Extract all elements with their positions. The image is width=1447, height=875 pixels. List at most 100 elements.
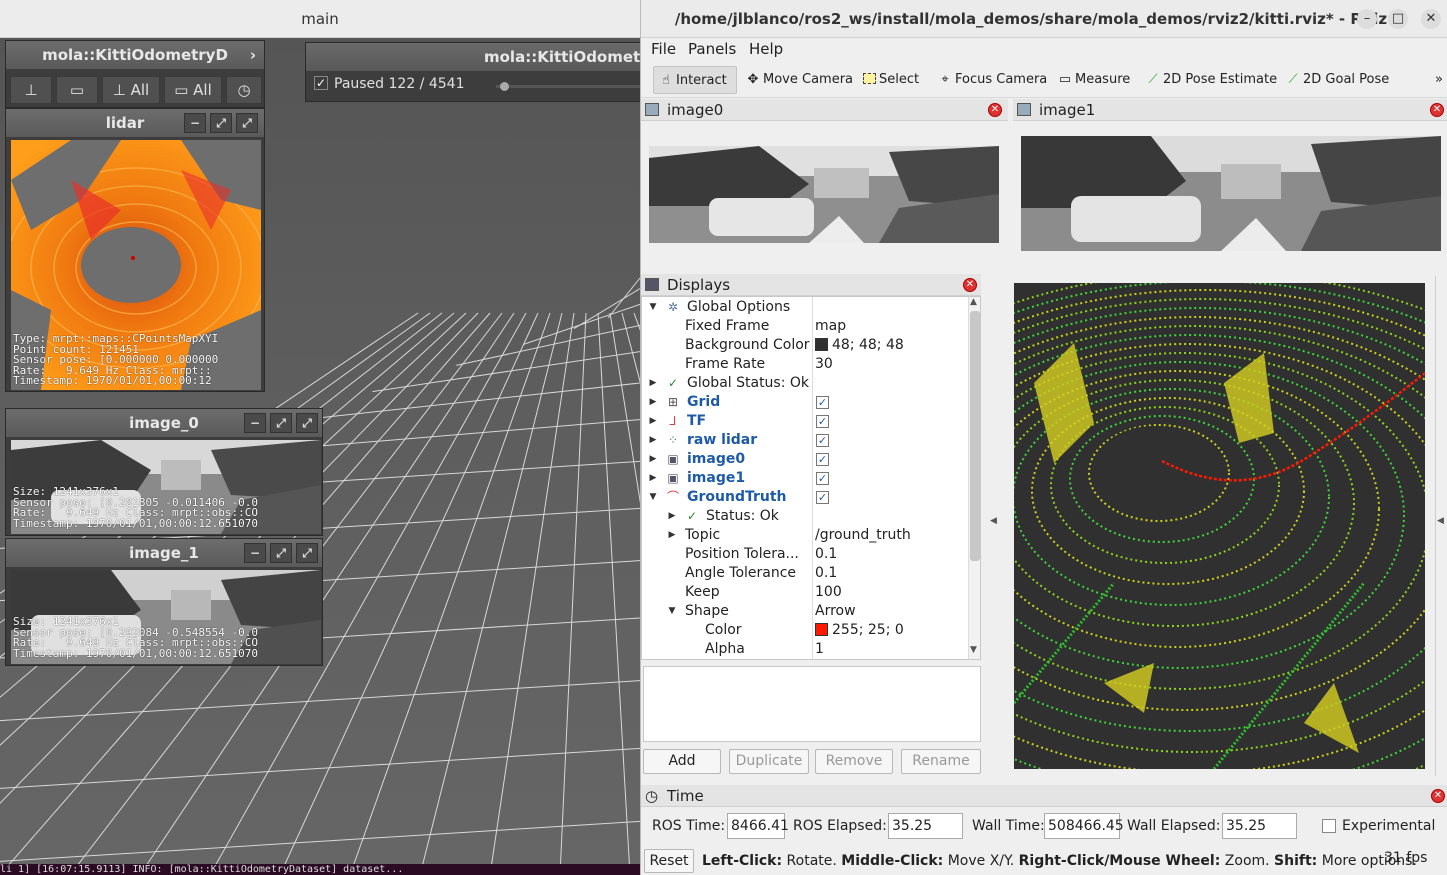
tool-select[interactable]: Select xyxy=(857,66,919,94)
menu-help[interactable]: Help xyxy=(749,40,783,58)
wall-time-label: Wall Time: xyxy=(972,818,1045,834)
close-icon[interactable]: ✕ xyxy=(1431,789,1445,803)
expand-arrow-icon[interactable]: ▶ xyxy=(648,431,658,450)
right-dock-splitter[interactable]: ◀ xyxy=(1435,276,1447,776)
tf-enabled-checkbox[interactable]: ✓ xyxy=(816,415,829,428)
playback-slider[interactable] xyxy=(496,82,640,91)
ros-time-label: ROS Time: xyxy=(652,818,726,834)
rename-display-button[interactable]: Rename xyxy=(901,749,981,774)
tree-row-grid[interactable]: ▶ ⊞ Grid ✓ xyxy=(642,393,968,412)
groundtruth-enabled-checkbox[interactable]: ✓ xyxy=(816,491,829,504)
close-icon[interactable]: ✕ xyxy=(963,278,977,292)
maximize-window-icon[interactable]: □ xyxy=(1388,9,1408,29)
window-button[interactable]: ▭ xyxy=(56,76,98,104)
left-dock-splitter[interactable]: ◀ xyxy=(990,276,1000,776)
duplicate-display-button[interactable]: Duplicate xyxy=(729,749,809,774)
scrollbar-thumb[interactable] xyxy=(970,311,980,561)
close-window-icon[interactable]: ✕ xyxy=(1421,9,1441,29)
grid-enabled-checkbox[interactable]: ✓ xyxy=(816,396,829,409)
slider-handle[interactable] xyxy=(500,82,510,91)
menu-file[interactable]: File xyxy=(651,40,676,58)
scroll-up-icon[interactable]: ▲ xyxy=(970,297,977,307)
tool-measure[interactable]: ▭ Measure xyxy=(1053,66,1130,94)
reset-button[interactable]: Reset xyxy=(644,849,694,873)
tree-row-fixed-frame[interactable]: Fixed Frame map xyxy=(642,317,968,336)
ros-time-field[interactable]: 8466.41 xyxy=(727,813,789,839)
tree-row-status-ok[interactable]: ▶ ✓ Status: Ok xyxy=(642,507,968,526)
tool-2d-goal-pose[interactable]: ⟋ 2D Goal Pose xyxy=(1281,66,1389,94)
save-button[interactable]: ⊥ xyxy=(10,76,52,104)
wall-elapsed-field[interactable]: 35.25 xyxy=(1222,813,1297,839)
collapse-right-icon[interactable]: ◀ xyxy=(1437,516,1444,526)
collapse-left-icon[interactable]: ◀ xyxy=(990,516,997,526)
minimize-icon[interactable]: − xyxy=(244,413,266,433)
maximize-icon[interactable]: ⤢ xyxy=(236,113,258,133)
collapse-arrow-icon[interactable]: ▼ xyxy=(648,488,658,507)
tree-row-color[interactable]: Color 255; 25; 0 xyxy=(642,621,968,640)
minimize-icon[interactable]: − xyxy=(184,113,206,133)
expand-arrow-icon[interactable]: ▶ xyxy=(667,507,677,526)
tree-row-global-options[interactable]: ▼ ✲ Global Options xyxy=(642,298,968,317)
3d-render-view[interactable] xyxy=(1014,283,1425,769)
raw-lidar-enabled-checkbox[interactable]: ✓ xyxy=(816,434,829,447)
tree-row-position-tolerance[interactable]: Position Tolera... 0.1 xyxy=(642,545,968,564)
save-all-button[interactable]: ⊥ All xyxy=(102,76,160,104)
close-icon[interactable]: ✕ xyxy=(1430,103,1444,117)
collapse-arrow-icon[interactable]: ▼ xyxy=(667,602,677,621)
tree-row-image1[interactable]: ▶ ▣ image1 ✓ xyxy=(642,469,968,488)
tool-interact[interactable]: ☝ Interact xyxy=(653,66,737,94)
tree-row-tf[interactable]: ▶ ⅃ TF ✓ xyxy=(642,412,968,431)
tool-2d-pose-estimate[interactable]: ⟋ 2D Pose Estimate xyxy=(1141,66,1277,94)
clock-button[interactable]: ◷ xyxy=(226,76,262,104)
tool-focus-camera[interactable]: ⌖ Focus Camera xyxy=(933,66,1047,94)
maximize-icon[interactable]: ⤢ xyxy=(296,543,318,563)
displays-tree[interactable]: ▼ ✲ Global Options Fixed Frame map Backg… xyxy=(641,296,981,660)
tree-row-background-color[interactable]: Background Color 48; 48; 48 xyxy=(642,336,968,355)
image0-dock-header: image0 ✕ xyxy=(641,99,1008,121)
tree-row-raw-lidar[interactable]: ▶ ⁘ raw lidar ✓ xyxy=(642,431,968,450)
tree-row-alpha[interactable]: Alpha 1 xyxy=(642,640,968,659)
expand-icon[interactable]: › xyxy=(250,41,256,69)
experimental-label: Experimental xyxy=(1342,818,1436,834)
window-all-button[interactable]: ▭ All xyxy=(164,76,222,104)
expand-arrow-icon[interactable]: ▶ xyxy=(648,469,658,488)
tree-row-global-status[interactable]: ▶ ✓ Global Status: Ok xyxy=(642,374,968,393)
restore-icon[interactable]: ⤢ xyxy=(270,413,292,433)
tree-row-groundtruth[interactable]: ▼ ⌒ GroundTruth ✓ xyxy=(642,488,968,507)
tree-row-keep[interactable]: Keep 100 xyxy=(642,583,968,602)
fps-counter: 31 fps xyxy=(1384,850,1428,866)
minimize-window-icon[interactable]: – xyxy=(1357,9,1377,29)
minimize-icon[interactable]: − xyxy=(244,543,266,563)
experimental-checkbox[interactable] xyxy=(1322,819,1336,833)
expand-arrow-icon[interactable]: ▶ xyxy=(667,526,677,545)
expand-arrow-icon[interactable]: ▶ xyxy=(648,450,658,469)
tree-row-image0[interactable]: ▶ ▣ image0 ✓ xyxy=(642,450,968,469)
restore-icon[interactable]: ⤢ xyxy=(270,543,292,563)
image1-enabled-checkbox[interactable]: ✓ xyxy=(816,472,829,485)
collapse-arrow-icon[interactable]: ▼ xyxy=(648,298,658,317)
close-icon[interactable]: ✕ xyxy=(988,103,1002,117)
expand-arrow-icon[interactable]: ▶ xyxy=(648,393,658,412)
tree-scrollbar[interactable]: ▲ ▼ xyxy=(968,297,980,659)
color-swatch[interactable] xyxy=(815,623,828,636)
tool-move-camera[interactable]: ✥ Move Camera xyxy=(741,66,853,94)
expand-arrow-icon[interactable]: ▶ xyxy=(648,412,658,431)
tree-row-topic[interactable]: ▶ Topic /ground_truth xyxy=(642,526,968,545)
menu-panels[interactable]: Panels xyxy=(688,40,736,58)
restore-icon[interactable]: ⤢ xyxy=(210,113,232,133)
paused-checkbox[interactable]: ✓ xyxy=(314,76,328,90)
kitti-dataset-panel: mola::KittiOdometryDa ✓ Paused 122 / 454… xyxy=(305,42,640,102)
maximize-icon[interactable]: ⤢ xyxy=(296,413,318,433)
toolbar-more-icon[interactable]: » xyxy=(1431,66,1443,94)
tree-row-shape[interactable]: ▼ Shape Arrow xyxy=(642,602,968,621)
expand-arrow-icon[interactable]: ▶ xyxy=(648,374,658,393)
color-swatch[interactable] xyxy=(815,338,828,351)
ros-elapsed-field[interactable]: 35.25 xyxy=(888,813,963,839)
tree-row-frame-rate[interactable]: Frame Rate 30 xyxy=(642,355,968,374)
scroll-down-icon[interactable]: ▼ xyxy=(970,645,977,655)
remove-display-button[interactable]: Remove xyxy=(815,749,893,774)
tree-row-angle-tolerance[interactable]: Angle Tolerance 0.1 xyxy=(642,564,968,583)
image0-enabled-checkbox[interactable]: ✓ xyxy=(816,453,829,466)
add-display-button[interactable]: Add xyxy=(643,749,721,774)
wall-time-field[interactable]: 508466.45 xyxy=(1044,813,1124,839)
